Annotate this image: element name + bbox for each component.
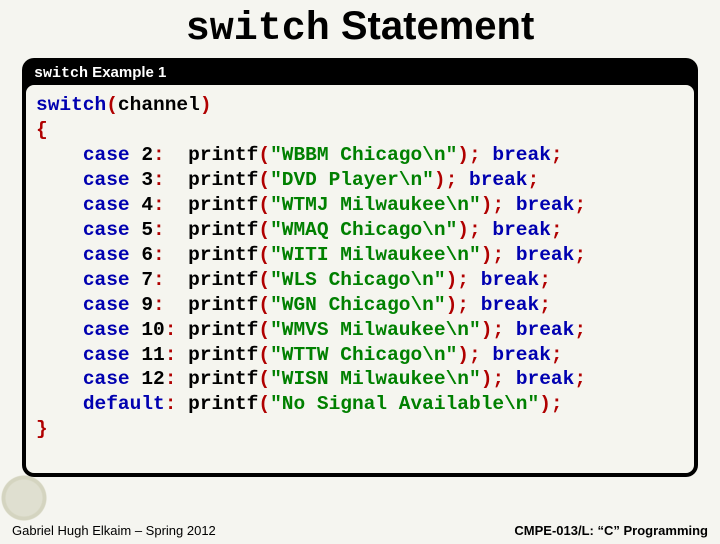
panel-body: switch(channel) { case 2: printf("WBBM C… xyxy=(26,85,694,473)
page-title: switch Statement xyxy=(0,4,720,52)
panel-title-rest: Example 1 xyxy=(88,64,166,81)
code-block: switch(channel) { case 2: printf("WBBM C… xyxy=(36,93,684,442)
panel-title-code: switch xyxy=(34,65,88,82)
footer-left: Gabriel Hugh Elkaim – Spring 2012 xyxy=(12,523,216,538)
title-rest: Statement xyxy=(330,4,535,48)
decorative-seal xyxy=(0,474,52,526)
footer-right: CMPE-013/L: “C” Programming xyxy=(514,523,708,538)
footer: Gabriel Hugh Elkaim – Spring 2012 CMPE-0… xyxy=(12,523,708,538)
code-panel: switch Example 1 switch(channel) { case … xyxy=(22,58,698,477)
panel-title: switch Example 1 xyxy=(26,62,694,85)
title-code: switch xyxy=(186,7,330,52)
